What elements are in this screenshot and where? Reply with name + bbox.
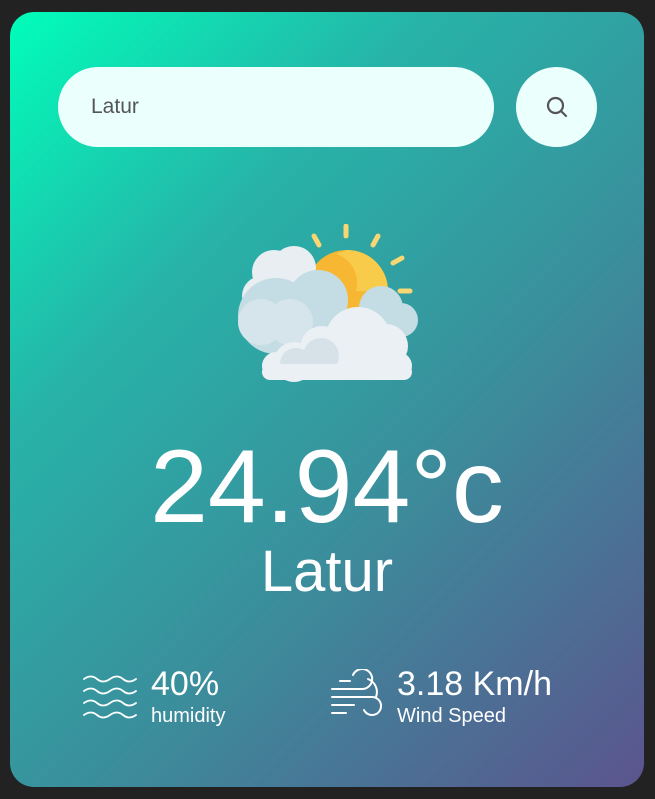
city-name: Latur [260,539,394,604]
humidity-label: humidity [151,705,226,727]
humidity-value: 40% [151,665,220,703]
wind-icon [331,669,383,716]
search-button[interactable] [516,67,597,147]
temperature-value: 24.94°c [150,429,504,545]
humidity-detail: 40% humidity [82,665,225,729]
wind-detail: 3.18 Km/h Wind Speed [328,665,552,729]
city-search-input[interactable] [58,67,494,147]
wind-speed-label: Wind Speed [397,705,506,727]
search-icon [546,96,567,118]
wind-speed-value: 3.18 Km/h [397,665,552,703]
weather-card: 24.94°c Latur 40% humidity [10,12,644,787]
search-bar [58,67,598,147]
partly-cloudy-icon [238,224,418,382]
humidity-icon [83,675,137,719]
